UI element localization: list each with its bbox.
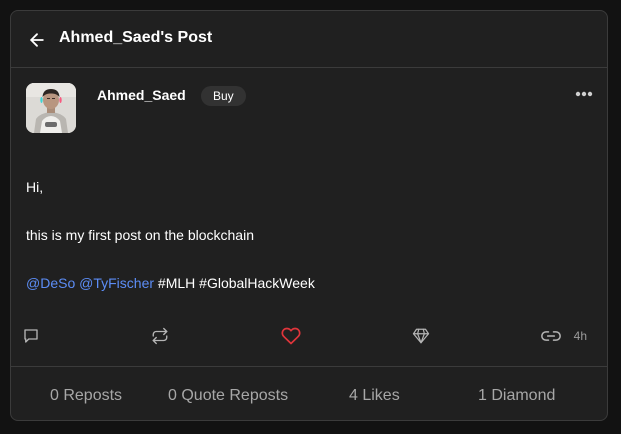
- author-name[interactable]: Ahmed_Saed: [97, 87, 186, 103]
- repost-icon[interactable]: [151, 327, 169, 345]
- post-greeting: Hi,: [26, 179, 44, 195]
- diamond-icon[interactable]: [412, 327, 430, 345]
- post-header: Ahmed_Saed's Post: [11, 11, 607, 68]
- post-tags: @DeSo @TyFischer #MLH #GlobalHackWeek: [26, 271, 586, 295]
- stats-bar: 0 Reposts 0 Quote Reposts 4 Likes 1 Diam…: [11, 366, 607, 420]
- mention-link[interactable]: @DeSo: [26, 275, 75, 291]
- heart-icon[interactable]: [281, 326, 301, 346]
- avatar[interactable]: [26, 83, 76, 133]
- link-icon[interactable]: [541, 326, 561, 346]
- post-body: Hi, this is my first post on the blockch…: [26, 175, 586, 295]
- hashtag-link[interactable]: #GlobalHackWeek: [199, 275, 315, 291]
- arrow-left-icon[interactable]: [27, 30, 47, 50]
- likes-count[interactable]: 4 Likes: [349, 387, 400, 405]
- post-timestamp: 4h: [573, 329, 587, 343]
- comment-icon[interactable]: [22, 327, 40, 345]
- post-spacer: [26, 199, 586, 223]
- post-card: Ahmed_Saed's Post Ahmed_Saed Buy Hi, thi…: [10, 10, 608, 421]
- avatar-image: [26, 83, 76, 133]
- reposts-count[interactable]: 0 Reposts: [50, 387, 122, 405]
- post-text: this is my first post on the blockchain: [26, 227, 254, 243]
- page-title: Ahmed_Saed's Post: [59, 29, 213, 46]
- post-spacer: [26, 247, 586, 271]
- quote-reposts-count[interactable]: 0 Quote Reposts: [168, 387, 288, 405]
- diamonds-count[interactable]: 1 Diamond: [478, 387, 555, 405]
- hashtag-link[interactable]: #MLH: [158, 275, 195, 291]
- buy-button[interactable]: Buy: [201, 86, 246, 106]
- more-horizontal-icon[interactable]: [575, 91, 593, 97]
- mention-link[interactable]: @TyFischer: [79, 275, 154, 291]
